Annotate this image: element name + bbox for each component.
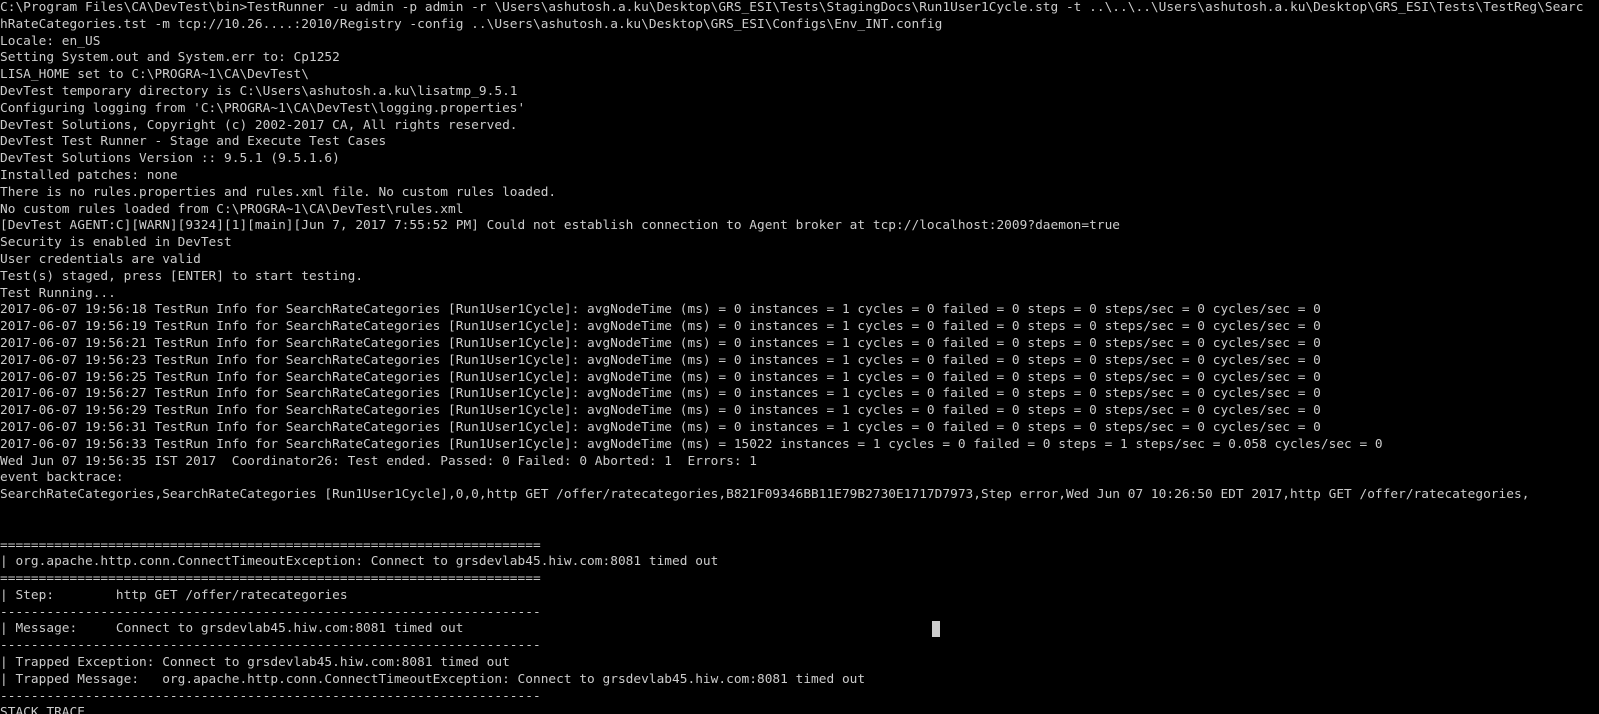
console-line: 2017-06-07 19:56:33 TestRun Info for Sea… [0, 436, 1383, 452]
console-line: 2017-06-07 19:56:18 TestRun Info for Sea… [0, 302, 1321, 318]
console-line: There is no rules.properties and rules.x… [0, 184, 557, 200]
console-line: 2017-06-07 19:56:27 TestRun Info for Sea… [0, 386, 1321, 402]
console-line: | org.apache.http.conn.ConnectTimeoutExc… [0, 554, 719, 570]
console-line: DevTest Solutions, Copyright (c) 2002-20… [0, 117, 518, 133]
console-line: hRateCategories.tst -m tcp://10.26....:2… [0, 16, 943, 32]
console-line: User credentials are valid [0, 251, 201, 267]
console-line: Installed patches: none [0, 167, 178, 183]
console-line: ========================================… [0, 571, 541, 587]
console-line: ----------------------------------------… [0, 688, 541, 704]
console-line: LISA_HOME set to C:\PROGRA~1\CA\DevTest\ [0, 67, 309, 83]
console-line: event backtrace: [0, 470, 124, 486]
console-line: 2017-06-07 19:56:31 TestRun Info for Sea… [0, 419, 1321, 435]
console-line: Security is enabled in DevTest [0, 235, 232, 251]
console-line: Setting System.out and System.err to: Cp… [0, 50, 340, 66]
console-line: No custom rules loaded from C:\PROGRA~1\… [0, 201, 464, 217]
console-line: | Step: http GET /offer/ratecategories [0, 587, 348, 603]
console-line: DevTest temporary directory is C:\Users\… [0, 83, 518, 99]
console-line: STACK TRACE [0, 705, 85, 714]
text-cursor [932, 621, 940, 637]
console-line: 2017-06-07 19:56:25 TestRun Info for Sea… [0, 369, 1321, 385]
console-line: [DevTest AGENT:C][WARN][9324][1][main][J… [0, 218, 1121, 234]
console-output: C:\Program Files\CA\DevTest\bin>TestRunn… [0, 0, 1599, 714]
console-line: Wed Jun 07 19:56:35 IST 2017 Coordinator… [0, 453, 757, 469]
console-line: ----------------------------------------… [0, 638, 541, 654]
console-line: SearchRateCategories,SearchRateCategorie… [0, 487, 1530, 503]
console-line: 2017-06-07 19:56:29 TestRun Info for Sea… [0, 403, 1321, 419]
console-line: | Trapped Message: org.apache.http.conn.… [0, 671, 866, 687]
console-line: Test(s) staged, press [ENTER] to start t… [0, 268, 364, 284]
console-line: 2017-06-07 19:56:21 TestRun Info for Sea… [0, 335, 1321, 351]
console-line: C:\Program Files\CA\DevTest\bin>TestRunn… [0, 0, 1584, 15]
console-line: Locale: en_US [0, 33, 101, 49]
console-line: 2017-06-07 19:56:19 TestRun Info for Sea… [0, 319, 1321, 335]
console-line: | Message: Connect to grsdevlab45.hiw.co… [0, 621, 464, 637]
console-line: ----------------------------------------… [0, 604, 541, 620]
console-line: DevTest Test Runner - Stage and Execute … [0, 134, 387, 150]
console-line: Configuring logging from 'C:\PROGRA~1\CA… [0, 100, 526, 116]
console-line: | Trapped Exception: Connect to grsdevla… [0, 655, 510, 671]
console-line: ========================================… [0, 537, 541, 553]
console-line: 2017-06-07 19:56:23 TestRun Info for Sea… [0, 352, 1321, 368]
console-line: Test Running... [0, 285, 116, 301]
console-line: DevTest Solutions Version :: 9.5.1 (9.5.… [0, 151, 340, 167]
console-window[interactable]: C:\Program Files\CA\DevTest\bin>TestRunn… [0, 0, 1599, 714]
